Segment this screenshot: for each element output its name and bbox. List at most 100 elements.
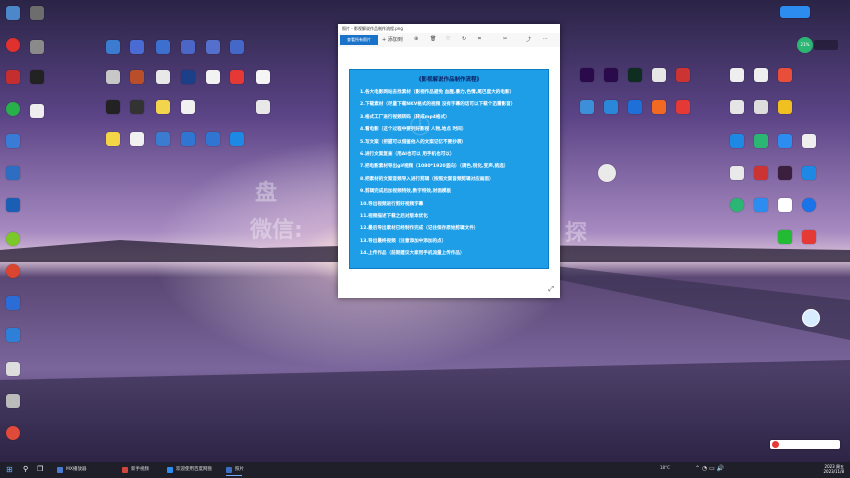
desktop-icon[interactable]: [156, 100, 170, 114]
desktop-icon[interactable]: [206, 132, 220, 146]
rotate-icon[interactable]: ↻: [462, 36, 466, 42]
desktop-icon[interactable]: [106, 70, 120, 84]
desktop-icon[interactable]: [730, 166, 744, 180]
desktop-icon[interactable]: [6, 198, 20, 212]
desktop-icon[interactable]: [6, 426, 20, 440]
crop-icon[interactable]: ⌗: [478, 36, 481, 42]
desktop-icon[interactable]: [181, 40, 195, 54]
desktop-icon[interactable]: [6, 102, 20, 116]
weather-text[interactable]: 18°C: [660, 465, 670, 470]
desktop-icon[interactable]: [730, 134, 744, 148]
desktop-icon[interactable]: [604, 100, 618, 114]
desktop-icon[interactable]: [6, 38, 20, 52]
desktop-icon[interactable]: [754, 100, 768, 114]
desktop-icon[interactable]: [598, 164, 616, 182]
desktop-icon[interactable]: [156, 40, 170, 54]
desktop-icon[interactable]: [30, 40, 44, 54]
desktop-icon[interactable]: [6, 328, 20, 342]
task-view-icon[interactable]: ❐: [37, 465, 43, 473]
desktop-icon[interactable]: [604, 68, 618, 82]
desktop-icon[interactable]: [156, 70, 170, 84]
desktop-icon[interactable]: [6, 6, 20, 20]
desktop-icon[interactable]: [802, 166, 816, 180]
desktop-icon[interactable]: [181, 132, 195, 146]
taskbar-app[interactable]: 新手视频: [120, 465, 149, 475]
app-icon: [167, 467, 173, 473]
desktop-icon[interactable]: [130, 132, 144, 146]
desktop-icon[interactable]: [181, 70, 195, 84]
desktop-icon[interactable]: [754, 68, 768, 82]
desktop-icon[interactable]: [802, 134, 816, 148]
fullscreen-icon[interactable]: ⤢: [548, 285, 554, 294]
favorite-icon[interactable]: ♡: [446, 36, 450, 42]
desktop-icon[interactable]: [6, 394, 20, 408]
desktop-icon[interactable]: [106, 132, 120, 146]
desktop-icon[interactable]: [778, 230, 792, 244]
desktop-icon[interactable]: [676, 100, 690, 114]
desktop-icon[interactable]: [6, 70, 20, 84]
desktop-icon[interactable]: [778, 166, 792, 180]
desktop-icon[interactable]: [230, 40, 244, 54]
desktop-icon[interactable]: [230, 132, 244, 146]
desktop-icon[interactable]: [6, 232, 20, 246]
desktop-icon[interactable]: [652, 68, 666, 82]
desktop-icon[interactable]: [230, 70, 244, 84]
more-icon[interactable]: ⋯: [543, 36, 548, 42]
add-to-button[interactable]: + 添加到: [382, 36, 403, 43]
desktop-icon[interactable]: [802, 198, 816, 212]
desktop-icon[interactable]: [6, 362, 20, 376]
desktop-icon[interactable]: [730, 100, 744, 114]
desktop-icon[interactable]: [778, 100, 792, 114]
desktop-icon[interactable]: [628, 68, 642, 82]
desktop-icon[interactable]: [580, 100, 594, 114]
desktop-icon[interactable]: [30, 104, 44, 118]
desktop-icon[interactable]: [6, 134, 20, 148]
desktop-icon[interactable]: [730, 198, 744, 212]
desktop-icon[interactable]: [730, 68, 744, 82]
workflow-step: 12.最后导出素材已经制作完成（记住保存原始剪辑文件）: [360, 226, 479, 232]
share-icon[interactable]: ⤴: [526, 36, 531, 43]
floating-ball-button[interactable]: [802, 309, 820, 327]
desktop-icon[interactable]: [628, 100, 642, 114]
zoom-icon[interactable]: ⊕: [414, 36, 418, 42]
desktop-icon[interactable]: [130, 100, 144, 114]
desktop-icon[interactable]: [106, 40, 120, 54]
desktop-icon[interactable]: [676, 68, 690, 82]
tray-icons[interactable]: ⌃ ◔ ▭ 🔊: [695, 465, 724, 472]
desktop-icon[interactable]: [580, 68, 594, 82]
desktop-icon[interactable]: [802, 230, 816, 244]
tray-badge[interactable]: 21%: [797, 37, 813, 53]
desktop-icon[interactable]: [6, 166, 20, 180]
desktop-icon[interactable]: [106, 100, 120, 114]
desktop-icon[interactable]: [130, 70, 144, 84]
desktop-icon[interactable]: [6, 264, 20, 278]
search-icon[interactable]: ⚲: [23, 465, 28, 473]
desktop-icon[interactable]: [181, 100, 195, 114]
desktop-icon[interactable]: [754, 134, 768, 148]
taskbar-app[interactable]: MX播放器: [55, 465, 86, 475]
desktop-icon[interactable]: [156, 132, 170, 146]
desktop-icon[interactable]: [754, 198, 768, 212]
desktop-icon[interactable]: [130, 40, 144, 54]
system-clock[interactable]: 2023 周五 2023/11/8: [823, 464, 844, 474]
desktop-icon[interactable]: [206, 70, 220, 84]
desktop-icon[interactable]: [256, 100, 270, 114]
desktop-icon[interactable]: [206, 40, 220, 54]
delete-icon[interactable]: 🗑: [430, 36, 436, 42]
desktop-icon[interactable]: [6, 296, 20, 310]
desktop-icon[interactable]: [754, 166, 768, 180]
edit-icon[interactable]: ✂: [503, 36, 507, 42]
taskbar-app-active[interactable]: 照片: [224, 465, 244, 476]
desktop-icon[interactable]: [30, 6, 44, 20]
desktop-icon[interactable]: [652, 100, 666, 114]
desktop-icon[interactable]: [30, 70, 44, 84]
desktop-icon[interactable]: [778, 134, 792, 148]
desktop-icon[interactable]: [778, 198, 792, 212]
view-all-photos-button[interactable]: 查看所有照片: [340, 35, 378, 45]
desktop-icon[interactable]: [778, 68, 792, 82]
ime-toolbar[interactable]: [770, 440, 840, 449]
start-icon[interactable]: ⊞: [6, 465, 13, 474]
taskbar-app[interactable]: 欢迎使用百度网盘: [165, 465, 212, 475]
desktop-icon[interactable]: [256, 70, 270, 84]
desktop-icon[interactable]: [780, 6, 810, 18]
